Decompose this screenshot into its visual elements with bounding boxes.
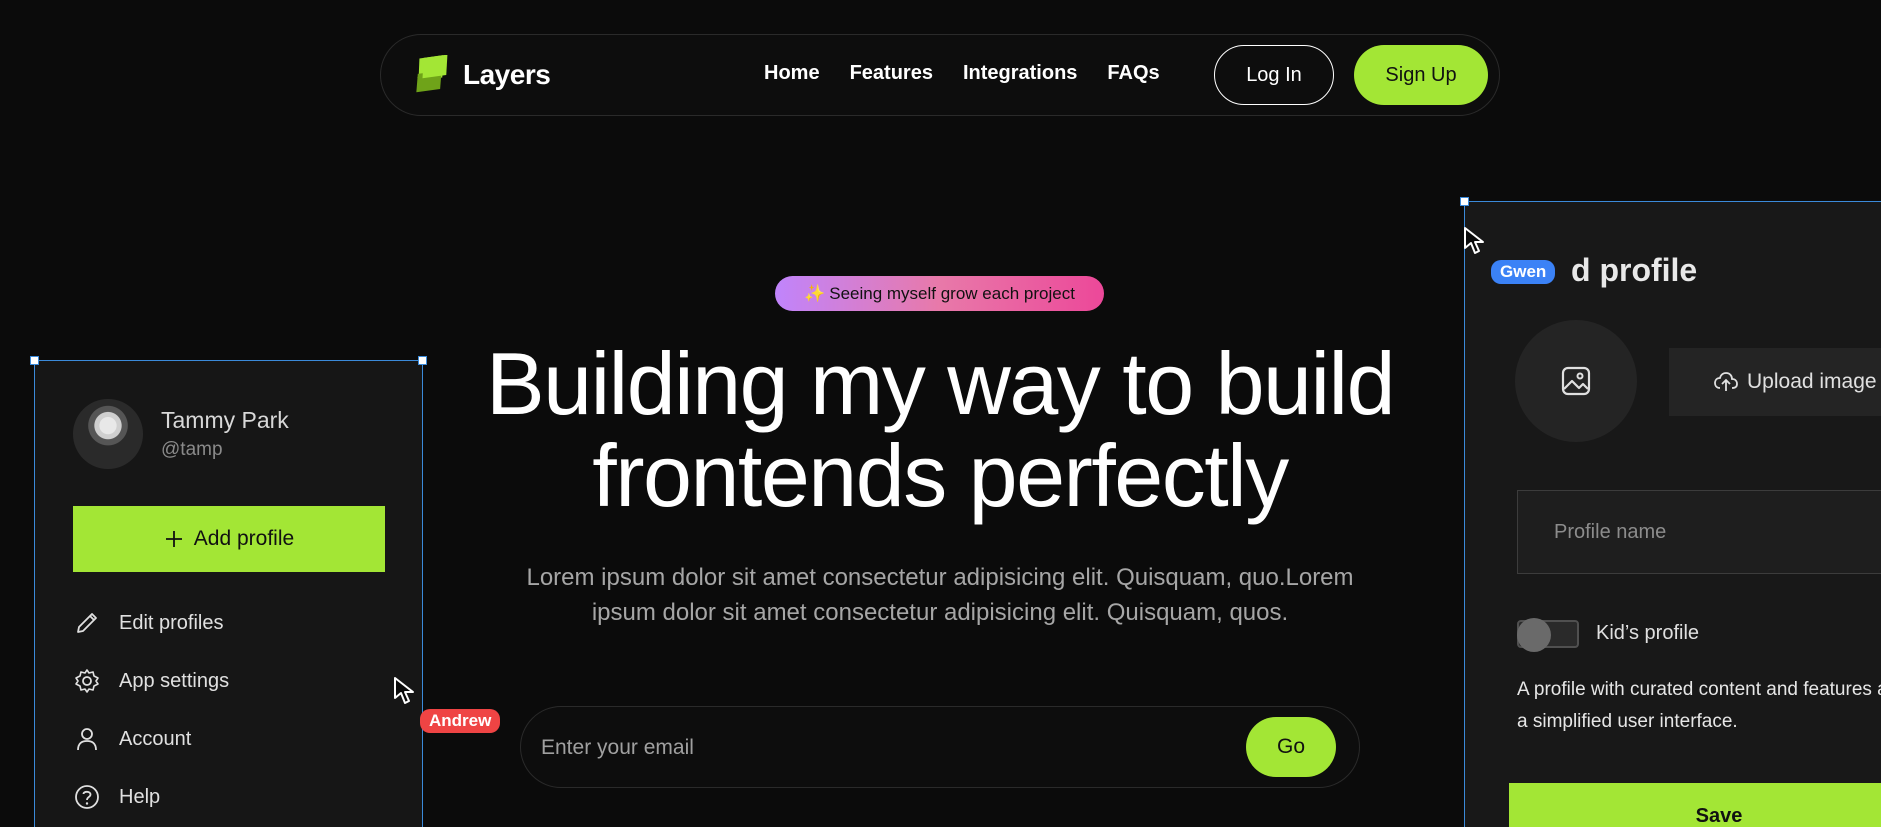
- profile-image-placeholder[interactable]: [1515, 320, 1637, 442]
- add-profile-button[interactable]: Add profile: [73, 506, 385, 572]
- collaborator-tag-gwen: Gwen: [1491, 260, 1556, 284]
- panel-title: d profile: [1571, 252, 1698, 288]
- brand-logo[interactable]: Layers: [411, 54, 551, 95]
- login-button[interactable]: Log In: [1214, 45, 1334, 105]
- nav-link-features[interactable]: Features: [850, 62, 933, 85]
- kids-profile-description: A profile with curated content and featu…: [1517, 679, 1881, 732]
- brand-name: Layers: [463, 59, 551, 90]
- hero-badge-text: Seeing myself grow each project: [829, 283, 1075, 303]
- menu-item-help[interactable]: Help: [73, 783, 160, 811]
- profile-menu-panel: Tammy Park @tamp Add profile Edit profil…: [30, 356, 427, 827]
- profile-name-input[interactable]: [1517, 490, 1881, 574]
- nav-link-faqs[interactable]: FAQs: [1107, 62, 1159, 85]
- sparkles-icon: ✨: [804, 283, 826, 303]
- pencil-icon: [77, 613, 97, 633]
- menu-item-edit-profiles[interactable]: Edit profiles: [73, 609, 224, 637]
- email-input[interactable]: [541, 729, 1241, 767]
- add-profile-panel: d profile Upload image Kid’s profile A p…: [1460, 197, 1881, 827]
- cursor-arrow-icon: [394, 677, 414, 704]
- hero-title-line-1: Building my way to build: [485, 334, 1396, 433]
- gear-icon: [75, 669, 99, 693]
- save-button[interactable]: Save: [1509, 783, 1881, 827]
- hero-subtitle: Lorem ipsum dolor sit amet consectetur a…: [526, 564, 1354, 626]
- help-icon: [75, 785, 99, 809]
- selection-handle[interactable]: [30, 356, 39, 365]
- hero-title: Building my way to build frontends perfe…: [380, 338, 1500, 522]
- kids-profile-toggle[interactable]: [1517, 618, 1579, 652]
- nav-link-integrations[interactable]: Integrations: [963, 62, 1077, 85]
- add-profile-label: Add profile: [193, 527, 295, 550]
- user-name: Tammy Park: [161, 407, 289, 433]
- nav-link-home[interactable]: Home: [764, 62, 820, 85]
- layers-logo-icon: [411, 54, 453, 95]
- upload-image-button[interactable]: Upload image: [1669, 348, 1881, 416]
- avatar: [73, 399, 143, 469]
- menu-item-account[interactable]: Account: [73, 725, 191, 753]
- hero-title-line-2: frontends perfectly: [592, 426, 1289, 525]
- upload-image-label: Upload image: [1747, 370, 1877, 393]
- email-signup-form: Go: [520, 706, 1360, 788]
- top-navbar: Layers Home Features Integrations FAQs L…: [380, 34, 1500, 116]
- hero-badge: ✨ Seeing myself grow each project: [775, 276, 1104, 311]
- menu-item-app-settings[interactable]: App settings: [73, 667, 229, 695]
- plus-icon: [165, 531, 182, 547]
- menu-item-label: Account: [119, 727, 192, 750]
- cloud-upload-icon: [1714, 372, 1738, 391]
- selection-handle[interactable]: [1460, 197, 1469, 206]
- user-handle: @tamp: [161, 439, 223, 460]
- kids-profile-label: Kid’s profile: [1596, 622, 1700, 644]
- user-icon: [77, 728, 97, 751]
- collaborator-tag-andrew: Andrew: [420, 709, 501, 733]
- selection-handle[interactable]: [418, 356, 427, 365]
- menu-item-label: Help: [119, 785, 161, 808]
- menu-item-label: Edit profiles: [119, 611, 224, 634]
- nav-links: Home Features Integrations FAQs: [764, 62, 1160, 85]
- image-icon: [1561, 366, 1591, 396]
- menu-item-label: App settings: [119, 669, 230, 692]
- toggle-knob: [1517, 618, 1551, 652]
- go-button[interactable]: Go: [1246, 717, 1336, 777]
- signup-button[interactable]: Sign Up: [1354, 45, 1488, 105]
- cursor-arrow-icon: [1464, 227, 1484, 254]
